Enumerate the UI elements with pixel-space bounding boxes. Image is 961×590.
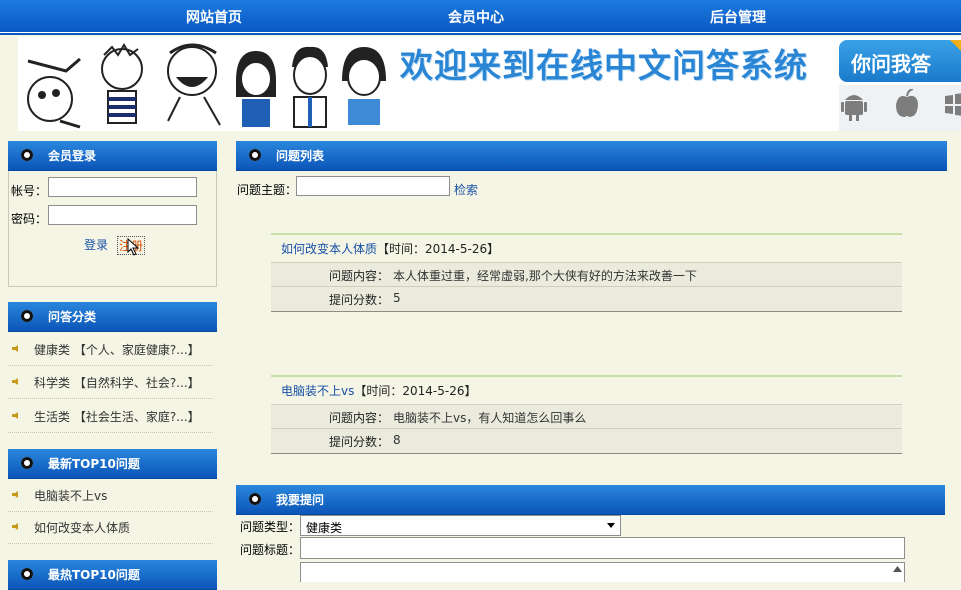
- android-icon: [841, 95, 867, 121]
- hot-top10-panel-header: 最热TOP10问题: [8, 560, 217, 590]
- question-type-label: 问题类型：: [240, 520, 301, 534]
- search-topic-label: 问题主题：: [237, 183, 298, 197]
- score-label: 提问分数：: [329, 293, 390, 307]
- question-header: 如何改变本人体质【时间：2014-5-26】: [281, 240, 499, 257]
- question-title-link[interactable]: 电脑装不上vs: [281, 384, 354, 398]
- question-title-label: 问题标题：: [240, 543, 301, 557]
- cartoon-figure-image: [27, 57, 81, 129]
- question-card: 电脑装不上vs【时间：2014-5-26】 问题内容： 电脑装不上vs，有人知道…: [271, 375, 902, 455]
- category-item-label: 科学类 【自然科学、社会?...】: [34, 376, 200, 390]
- bullet-icon: [249, 149, 261, 161]
- question-time: 【时间：2014-5-26】: [377, 242, 500, 256]
- speaker-bullet-icon: [12, 378, 21, 385]
- card-divider: [271, 233, 902, 235]
- question-title-link[interactable]: 如何改变本人体质: [281, 242, 377, 256]
- account-input[interactable]: [48, 177, 197, 197]
- question-score-row: 提问分数： 8: [271, 428, 902, 453]
- ask-panel-header: 我要提问: [236, 485, 945, 515]
- question-list-panel-header: 问题列表: [236, 141, 947, 171]
- nav-member-center-link[interactable]: 会员中心: [448, 7, 504, 27]
- question-header: 电脑装不上vs【时间：2014-5-26】: [281, 382, 476, 399]
- login-link[interactable]: 登录: [84, 236, 108, 253]
- speaker-bullet-icon: [12, 491, 21, 498]
- question-content-row: 问题内容： 电脑装不上vs，有人知道怎么回事么: [271, 404, 902, 429]
- cartoon-figure-image: [292, 46, 328, 128]
- apple-icon: [896, 89, 918, 117]
- search-topic-input[interactable]: [296, 176, 450, 196]
- latest-top10-panel-title: 最新TOP10问题: [48, 457, 140, 471]
- speaker-bullet-icon: [12, 345, 21, 352]
- speaker-bullet-icon: [12, 412, 21, 419]
- category-item[interactable]: 生活类 【社会生活、家庭?...】: [8, 400, 213, 433]
- slogan-text: 你问我答: [851, 52, 931, 76]
- question-time: 【时间：2014-5-26】: [354, 384, 477, 398]
- categories-panel-header: 问答分类: [8, 302, 217, 332]
- platform-icons: [839, 85, 961, 131]
- mouse-cursor-icon: [127, 238, 140, 256]
- question-card: 如何改变本人体质【时间：2014-5-26】 问题内容： 本人体重过重，经常虚弱…: [271, 233, 902, 313]
- latest-question-item[interactable]: 如何改变本人体质: [8, 511, 213, 544]
- bullet-icon: [21, 149, 33, 161]
- windows-icon: [945, 93, 961, 116]
- bullet-icon: [21, 310, 33, 322]
- question-type-value: 健康类: [306, 521, 343, 535]
- question-content: 本人体重过重，经常虚弱,那个大侠有好的方法来改善一下: [393, 269, 697, 283]
- content-label: 问题内容：: [329, 411, 390, 425]
- question-type-select[interactable]: 健康类: [300, 515, 621, 536]
- bullet-icon: [249, 493, 261, 505]
- card-divider: [271, 453, 902, 454]
- question-score-row: 提问分数： 5: [271, 286, 902, 311]
- score-label: 提问分数：: [329, 435, 390, 449]
- category-item-label: 生活类 【社会生活、家庭?...】: [34, 410, 200, 424]
- top-nav: 网站首页 会员中心 后台管理: [0, 0, 961, 35]
- latest-question-label: 如何改变本人体质: [34, 521, 131, 535]
- slogan-badge: 你问我答: [839, 40, 961, 82]
- nav-admin-link[interactable]: 后台管理: [710, 7, 766, 27]
- category-item[interactable]: 健康类 【个人、家庭健康?...】: [8, 333, 213, 366]
- scroll-up-icon[interactable]: [893, 566, 902, 572]
- bullet-icon: [21, 568, 33, 580]
- question-content-textarea[interactable]: [300, 562, 905, 582]
- cartoon-figure-image: [236, 51, 276, 127]
- search-button[interactable]: 检索: [454, 181, 478, 198]
- banner: 欢迎来到在线中文问答系统 你问我答: [18, 37, 961, 131]
- password-label: 密码：: [11, 212, 48, 226]
- chevron-down-icon: [607, 523, 615, 528]
- nav-home-link[interactable]: 网站首页: [186, 7, 242, 27]
- account-label: 帐号：: [11, 184, 48, 198]
- login-panel-header: 会员登录: [8, 141, 217, 171]
- question-content: 电脑装不上vs，有人知道怎么回事么: [393, 411, 587, 425]
- password-input[interactable]: [48, 205, 197, 225]
- category-item[interactable]: 科学类 【自然科学、社会?...】: [8, 366, 213, 399]
- latest-question-label: 电脑装不上vs: [34, 489, 108, 503]
- hot-top10-panel-title: 最热TOP10问题: [48, 568, 140, 582]
- latest-top10-panel-header: 最新TOP10问题: [8, 449, 217, 479]
- question-score: 8: [393, 433, 401, 447]
- login-panel-title: 会员登录: [48, 149, 97, 163]
- card-divider: [271, 375, 902, 377]
- question-score: 5: [393, 291, 401, 305]
- latest-question-item[interactable]: 电脑装不上vs: [8, 479, 213, 512]
- categories-panel-title: 问答分类: [48, 310, 97, 324]
- cartoon-figure-image: [342, 47, 386, 125]
- nav-divider: [0, 33, 961, 35]
- question-list-panel-title: 问题列表: [276, 149, 325, 163]
- ask-panel-title: 我要提问: [276, 493, 325, 507]
- question-title-input[interactable]: [300, 537, 905, 559]
- corner-ribbon: [950, 40, 961, 54]
- content-label: 问题内容：: [329, 269, 390, 283]
- cartoon-figure-image: [101, 43, 143, 124]
- speaker-bullet-icon: [12, 523, 21, 530]
- bullet-icon: [21, 457, 33, 469]
- cartoon-figure-image: [167, 43, 221, 126]
- question-content-row: 问题内容： 本人体重过重，经常虚弱,那个大侠有好的方法来改善一下: [271, 262, 902, 287]
- category-item-label: 健康类 【个人、家庭健康?...】: [34, 343, 200, 357]
- card-divider: [271, 311, 902, 312]
- banner-title: 欢迎来到在线中文问答系统: [400, 46, 808, 85]
